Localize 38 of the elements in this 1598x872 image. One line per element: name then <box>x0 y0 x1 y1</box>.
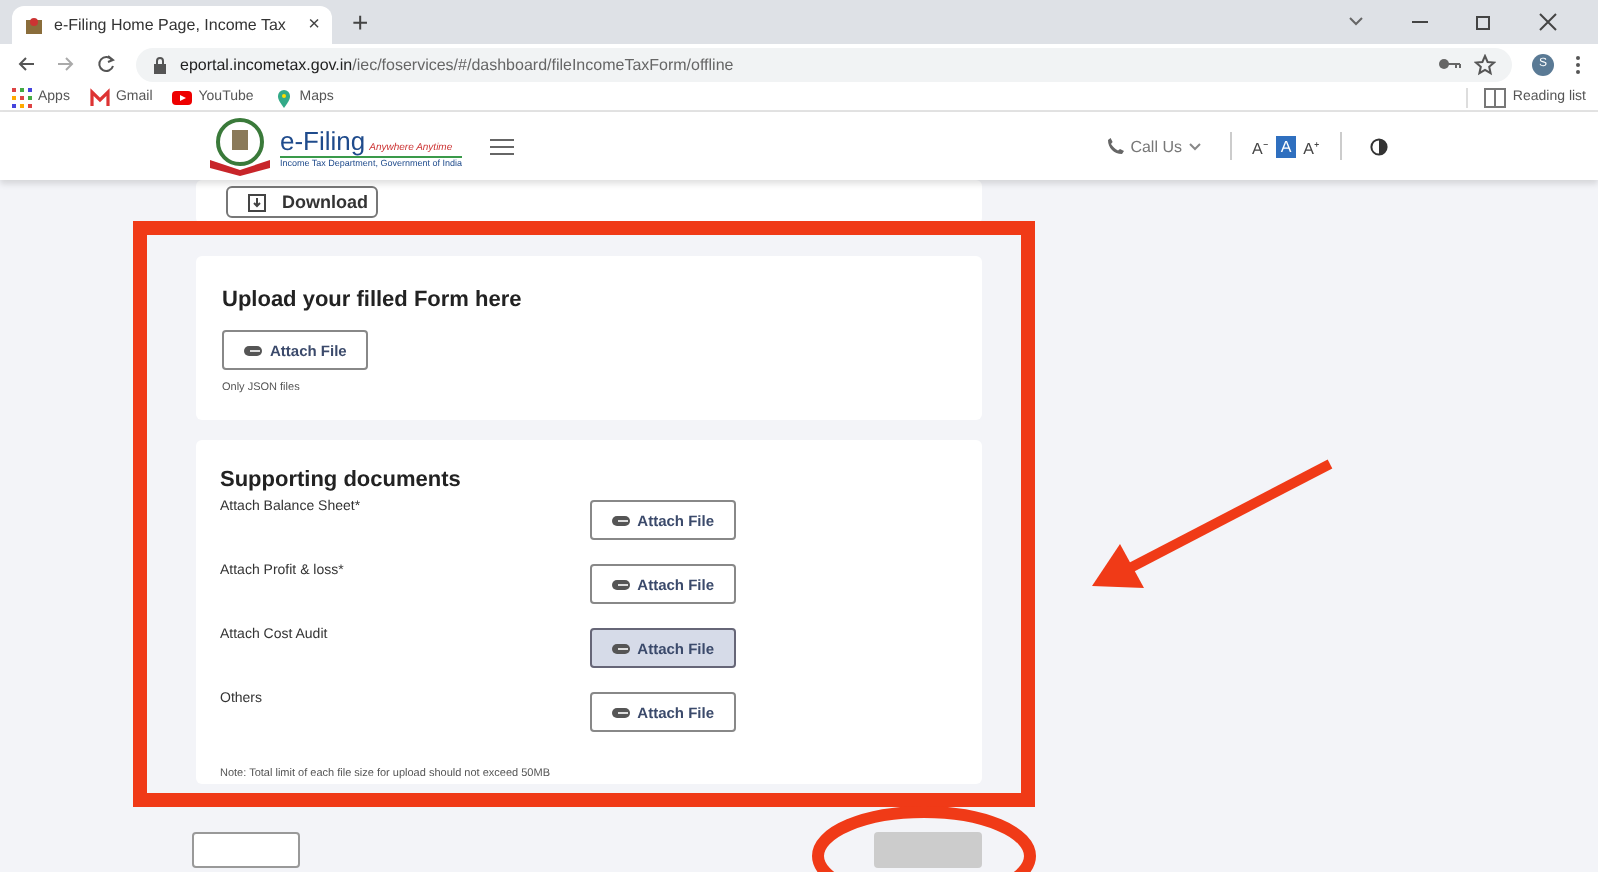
star-icon[interactable] <box>1474 53 1496 75</box>
emblem-logo-icon <box>206 116 274 176</box>
reload-icon[interactable] <box>96 54 116 74</box>
chevron-down-icon <box>1187 141 1202 151</box>
url-text: eportal.incometax.gov.in/iec/foservices/#/dashboard/fileIncomeTaxForm/offline <box>180 55 734 73</box>
more-menu-icon[interactable] <box>1574 53 1582 75</box>
paperclip-icon <box>611 643 630 653</box>
back-arrow-icon[interactable] <box>16 54 36 74</box>
paperclip-icon <box>611 515 630 525</box>
outline-button[interactable] <box>192 832 300 868</box>
close-icon[interactable] <box>1538 12 1558 32</box>
paperclip-icon <box>611 579 630 589</box>
section-title: Supporting documents <box>220 468 463 492</box>
paperclip-icon <box>611 707 630 717</box>
browser-tab[interactable]: e-Filing Home Page, Income Tax × <box>12 6 332 44</box>
font-size-button[interactable]: A <box>1276 135 1296 157</box>
restore-icon[interactable] <box>1474 12 1494 32</box>
call-us-dropdown[interactable]: Call Us <box>1106 137 1202 155</box>
logo-title: e-Filing <box>280 125 366 155</box>
book-icon <box>1484 87 1507 107</box>
close-tab-button[interactable]: × <box>308 14 320 36</box>
new-tab-button[interactable]: + <box>352 6 369 38</box>
lock-icon <box>152 55 168 73</box>
download-icon <box>248 193 266 211</box>
contrast-icon[interactable] <box>1370 137 1388 155</box>
menu-icon[interactable] <box>489 137 514 155</box>
emblem-icon <box>24 15 44 35</box>
download-button[interactable]: Download <box>226 186 378 218</box>
font-size-button[interactable]: A⁻ <box>1247 133 1273 159</box>
grid-icon <box>12 87 32 107</box>
key-icon[interactable] <box>1438 56 1462 72</box>
phone-icon <box>1106 137 1125 155</box>
mail-icon <box>89 87 110 107</box>
section-title: Upload your filled Form here <box>222 288 522 312</box>
address-field[interactable]: eportal.incometax.gov.in/iec/foservices/#/dashboard/fileIncomeTaxForm/offline <box>136 47 1512 81</box>
map-pin-icon <box>273 87 294 107</box>
font-size-button[interactable]: A⁺ <box>1299 133 1324 159</box>
paperclip-icon <box>244 345 262 355</box>
